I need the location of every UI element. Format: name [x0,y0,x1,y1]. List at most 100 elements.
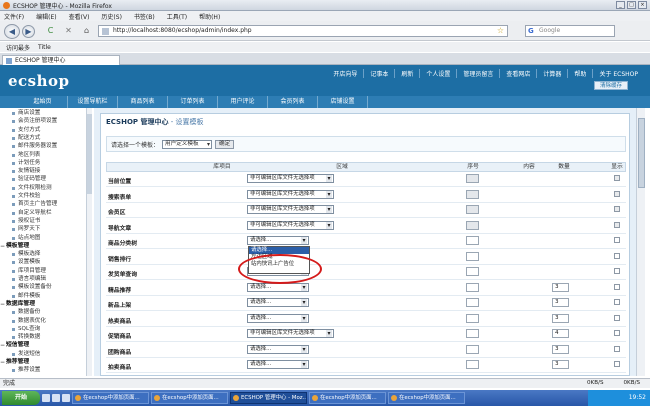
sidebar-group[interactable]: 数据库管理 [0,301,35,308]
template-select[interactable]: 用户定义模板 [162,139,213,149]
sidebar-item[interactable]: 文件权限检测 [12,185,52,192]
sidebar-item[interactable]: 支付方式 [11,127,40,134]
sidebar-item[interactable]: 邮件服务器设置 [11,143,57,150]
region-select[interactable]: 请选择... [247,298,309,307]
sidebar-item[interactable]: 站点地图 [11,235,40,242]
stop-button[interactable]: ✕ [62,25,75,38]
menu-view[interactable]: 查看(V) [69,12,90,21]
sidebar-group[interactable]: 模板管理 [0,243,29,250]
sidebar-group[interactable]: 短信管理 [0,342,29,349]
toplink-view-shop[interactable]: 查看网店 [499,69,536,78]
sidebar-scrollbar[interactable] [86,108,92,376]
display-checkbox[interactable] [614,268,620,274]
taskbar-item[interactable]: 在ecshop中添加页面... [72,392,149,404]
sidebar-item[interactable]: 首页主广告管理 [11,201,57,208]
quantity-input[interactable]: 3 [552,344,569,354]
nav-shop-settings[interactable]: 店铺设置 [318,96,368,108]
sidebar-item[interactable]: 数据表优化 [12,318,46,325]
menu-tools[interactable]: 工具(T) [167,12,187,21]
sidebar-item[interactable]: 发送短信 [11,351,40,358]
region-select[interactable]: 请选择... [247,313,309,323]
order-input[interactable] [466,360,479,369]
toplink-calculator[interactable]: 计算器 [536,69,567,78]
toplink-wizard[interactable]: 开店向导 [327,69,363,78]
sidebar-group[interactable]: 推荐管理 [0,359,29,366]
sidebar-item[interactable]: 友情链接 [11,168,40,175]
toplink-notepad[interactable]: 记事本 [363,69,394,78]
sidebar-scroll-thumb[interactable] [87,114,92,194]
region-select[interactable]: 非可编辑区库文件无选择项 [247,174,334,183]
region-select[interactable]: 非可编辑区库文件无选择项 [247,220,334,230]
menu-history[interactable]: 历史(S) [101,12,122,21]
toplink-refresh[interactable]: 刷新 [394,69,419,78]
content-scrollbar[interactable] [636,108,645,376]
sidebar-item[interactable]: 验证码管理 [12,176,46,183]
bookmark-star-icon[interactable]: ☆ [497,26,504,36]
sidebar-item[interactable]: 模板选择 [11,251,40,258]
start-button[interactable]: 开始 [2,391,40,405]
menu-bookmarks[interactable]: 书签(B) [134,12,155,21]
sidebar-item[interactable]: 自定义导航栏 [12,210,52,217]
sidebar-item[interactable]: 推荐设置 [11,367,40,374]
bookmark-title[interactable]: Title [38,44,51,51]
sidebar-item[interactable]: 模板设置备份 [12,284,52,291]
home-button[interactable]: ⌂ [80,25,93,38]
sidebar-item[interactable]: 库项目管理 [12,268,46,275]
toplink-help[interactable]: 帮助 [567,69,592,78]
sidebar-item[interactable]: 数据备份 [11,309,40,316]
sidebar-item[interactable]: 文件校验 [11,193,40,200]
sidebar-item[interactable]: 设置模板 [11,259,40,266]
toplink-admin-messages[interactable]: 管理员留言 [456,69,499,78]
sidebar-item[interactable]: 地区列表 [11,152,40,159]
region-select[interactable]: 非可编辑区库文件无选择项 [247,205,334,214]
content-scroll-thumb[interactable] [638,118,645,188]
maximize-button[interactable]: □ [627,1,636,9]
reload-button[interactable]: C [44,25,57,38]
display-checkbox[interactable] [614,237,620,243]
dropdown-option[interactable]: 请选择... [249,247,309,254]
region-select[interactable]: 请选择... [247,360,309,369]
nav-comments[interactable]: 用户评论 [218,96,268,108]
menu-edit[interactable]: 编辑(E) [36,12,56,21]
display-checkbox[interactable] [614,283,620,290]
order-input[interactable] [466,251,479,261]
order-input[interactable] [466,236,479,245]
toplink-profile[interactable]: 个人设置 [419,69,456,78]
taskbar-item[interactable]: 在ecshop中添加页面... [151,392,228,404]
region-select[interactable]: 非可编辑区库文件无选择项 [247,329,334,338]
region-select[interactable]: 请选择... [247,344,309,354]
sidebar-item[interactable]: 语言项编辑 [12,276,46,283]
display-checkbox[interactable] [614,345,620,352]
display-checkbox[interactable] [614,330,620,336]
display-checkbox[interactable] [614,252,620,259]
nav-goods-list[interactable]: 商品列表 [118,96,168,108]
menu-file[interactable]: 文件(F) [4,12,24,21]
taskbar-item[interactable]: 在ecshop中添加页面... [309,392,386,404]
quantity-input[interactable]: 3 [552,298,569,307]
sidebar-item[interactable]: 会员注册项设置 [11,118,57,125]
nav-setup[interactable]: 设置导航栏 [68,96,118,108]
url-bar[interactable]: http://localhost:8080/ecshop/admin/index… [98,25,508,37]
close-button[interactable]: × [638,1,647,9]
order-input[interactable] [466,329,479,338]
quicklaunch-ie-icon[interactable] [52,394,60,402]
clear-cache-button[interactable]: 清除缓存 [594,81,628,90]
quantity-input[interactable]: 3 [552,282,569,292]
display-checkbox[interactable] [614,314,620,321]
toplink-about[interactable]: 关于 ECSHOP [592,69,644,78]
quicklaunch-desktop-icon[interactable] [42,394,50,402]
order-input[interactable] [466,313,479,323]
sidebar-item[interactable]: 计划任务 [11,160,40,167]
nav-members[interactable]: 会员列表 [268,96,318,108]
region-select[interactable]: 请选择... [247,236,309,245]
quantity-input[interactable]: 3 [552,360,569,369]
sidebar-item[interactable]: 网罗天下 [11,226,40,233]
quantity-input[interactable]: 4 [552,329,569,338]
back-button[interactable]: ◀ [4,24,20,39]
sidebar-item[interactable]: 授权证书 [11,218,40,225]
taskbar-item[interactable]: 在ecshop中添加页面... [388,392,465,404]
nav-order-list[interactable]: 订单列表 [168,96,218,108]
order-input[interactable] [466,282,479,292]
taskbar-item-active[interactable]: ECSHOP 管理中心 - Moz... [230,392,307,404]
bookmark-most-visited[interactable]: 访问最多 [6,43,30,52]
